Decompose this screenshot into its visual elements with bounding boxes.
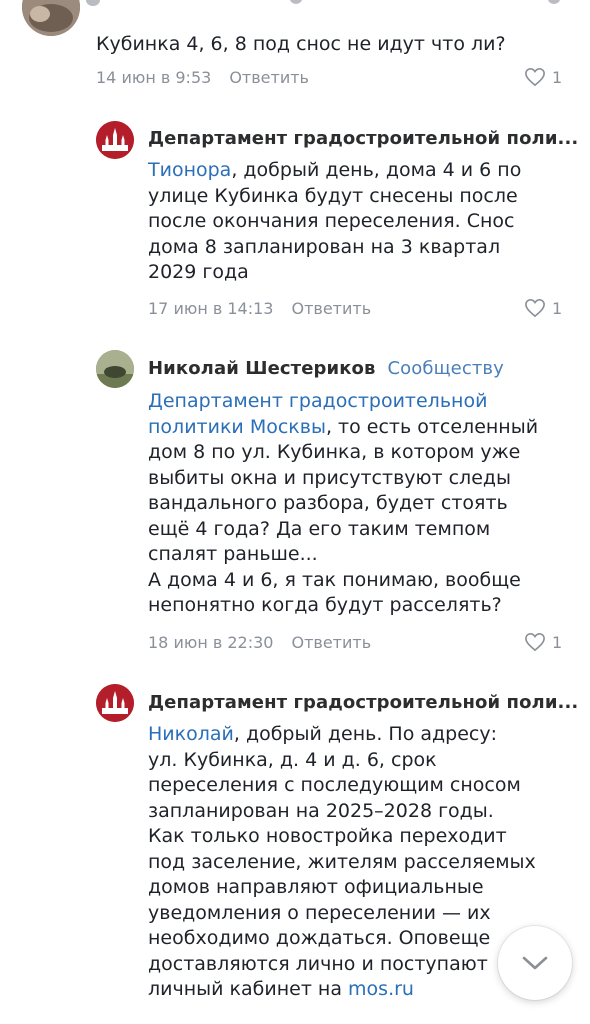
mention-link[interactable]: Департамент градостроительной xyxy=(148,390,487,412)
heart-outline-icon xyxy=(525,67,545,87)
scroll-down-button[interactable] xyxy=(498,926,572,1000)
previous-content-edge xyxy=(0,0,590,8)
avatar[interactable] xyxy=(96,350,134,388)
mos-ru-link[interactable]: mos.ru xyxy=(348,978,414,1000)
author-name[interactable]: Департамент градостроительной поли... xyxy=(148,128,578,149)
reply-button[interactable]: Ответить xyxy=(291,633,371,652)
comment-date: 14 июн в 9:53 xyxy=(96,68,212,87)
like-button[interactable]: 1 xyxy=(524,632,562,652)
author-name[interactable]: Николай Шестериков Сообществу xyxy=(148,358,504,379)
comment-meta: 17 июн в 14:13 Ответить xyxy=(148,299,371,318)
heart-outline-icon xyxy=(525,632,545,652)
like-button[interactable]: 1 xyxy=(524,67,562,87)
comment-date: 18 июн в 22:30 xyxy=(148,633,274,652)
comment-date: 17 июн в 14:13 xyxy=(148,299,274,318)
dept-logo-avatar[interactable] xyxy=(96,684,134,722)
comment-meta: 18 июн в 22:30 Ответить xyxy=(148,633,371,652)
recipient-label: Сообществу xyxy=(387,358,504,379)
reply-button[interactable]: Ответить xyxy=(229,68,309,87)
kremlin-logo-icon xyxy=(96,684,134,722)
author-name[interactable]: Департамент градостроительной поли... xyxy=(148,692,578,713)
dept-logo-avatar[interactable] xyxy=(96,121,134,159)
reply-button[interactable]: Ответить xyxy=(291,299,371,318)
comment-text: Департамент градостроительной политики М… xyxy=(148,390,539,616)
comment-text: Тионора, добрый день, дома 4 и 6 по улиц… xyxy=(148,159,522,283)
like-count: 1 xyxy=(552,67,563,87)
chevron-down-icon xyxy=(522,956,548,970)
like-count: 1 xyxy=(552,632,563,652)
like-count: 1 xyxy=(552,298,563,318)
kremlin-logo-icon xyxy=(96,121,134,159)
like-button[interactable]: 1 xyxy=(524,298,562,318)
mention-link[interactable]: Николай xyxy=(148,723,234,745)
comment-meta: 14 июн в 9:53 Ответить xyxy=(96,68,309,87)
comment-text: Кубинка 4, 6, 8 под снос не идут что ли? xyxy=(96,33,506,55)
heart-outline-icon xyxy=(525,298,545,318)
comment-text: Николай, добрый день. По адресу: ул. Куб… xyxy=(148,723,536,1000)
avatar[interactable] xyxy=(22,0,80,36)
mention-link[interactable]: Тионора xyxy=(148,159,231,181)
mention-link[interactable]: политики Москвы xyxy=(148,416,326,438)
